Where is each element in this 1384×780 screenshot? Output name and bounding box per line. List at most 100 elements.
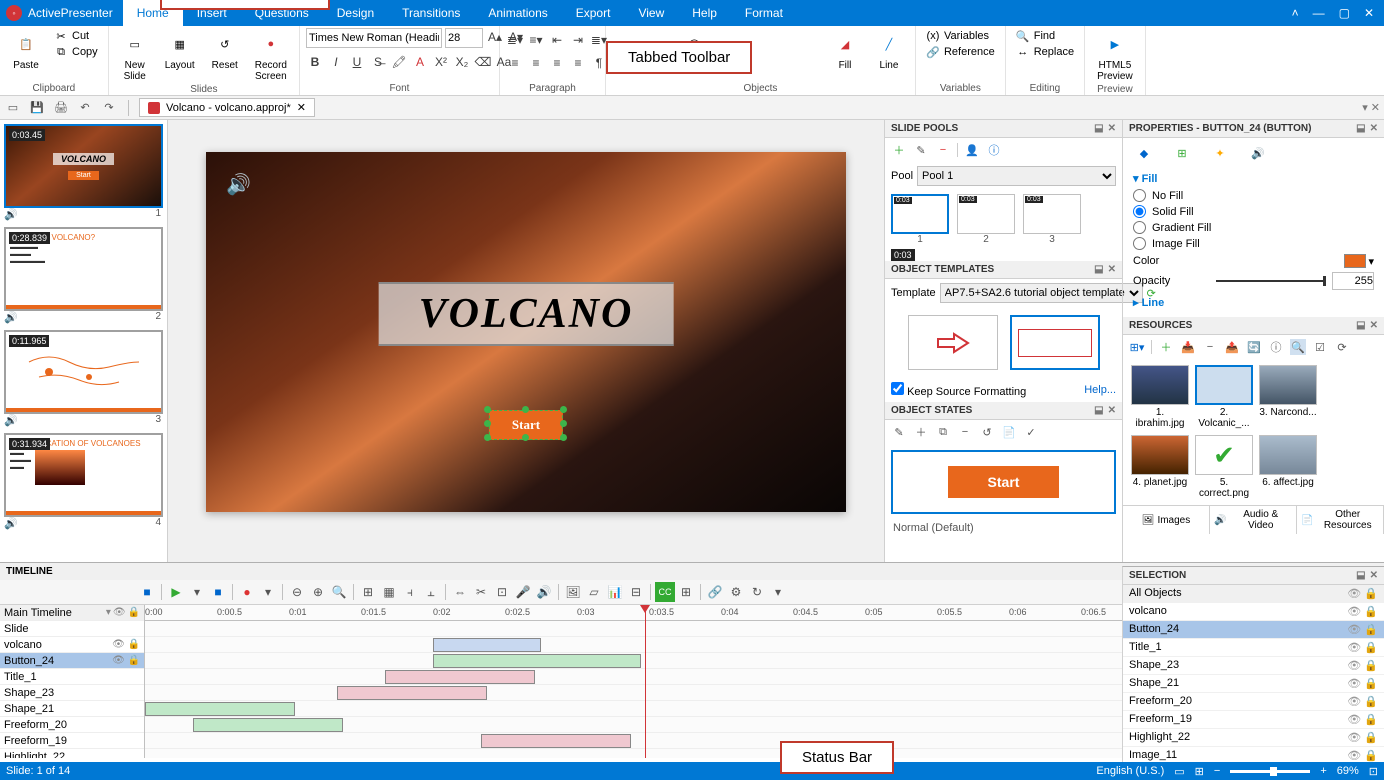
remove-icon[interactable]: − bbox=[935, 142, 951, 158]
tab-transitions[interactable]: Transitions bbox=[388, 0, 474, 26]
indent-dec-icon[interactable]: ⇤ bbox=[548, 31, 566, 49]
info-icon[interactable]: ⓘ bbox=[986, 142, 1002, 158]
slide-thumb-2[interactable]: WHAT IS A VOLCANO?▬▬▬▬▬▬▬▬▬▬▬▬0:28.839 🔊… bbox=[4, 227, 163, 324]
prop-tab-audio[interactable]: 🔊 bbox=[1247, 142, 1269, 164]
minimize-ribbon-icon[interactable]: ˄ bbox=[1292, 6, 1299, 20]
opacity-slider[interactable] bbox=[1216, 280, 1326, 282]
prop-tab-style[interactable]: ◆ bbox=[1133, 142, 1155, 164]
slide-canvas[interactable]: 🔊 VOLCANO Start bbox=[206, 152, 846, 512]
sel-row[interactable]: Highlight_22👁 🔒 bbox=[1123, 729, 1384, 747]
html5-preview-button[interactable]: ▶HTML5 Preview bbox=[1091, 28, 1139, 84]
cc-icon[interactable]: CC bbox=[655, 582, 675, 602]
pin-icon[interactable]: ⬓ bbox=[1094, 123, 1103, 134]
sel-row[interactable]: volcano👁 🔒 bbox=[1123, 603, 1384, 621]
sel-row[interactable]: Freeform_20👁 🔒 bbox=[1123, 693, 1384, 711]
state-preview[interactable]: Start bbox=[891, 450, 1116, 514]
copy-button[interactable]: ⧉Copy bbox=[50, 44, 102, 60]
resource-item[interactable]: 6. affect.jpg bbox=[1259, 435, 1317, 499]
close-icon[interactable]: ✕ bbox=[1364, 6, 1374, 20]
link-icon[interactable]: 🔗 bbox=[705, 582, 725, 602]
prop-tab-size[interactable]: ⊞ bbox=[1171, 142, 1193, 164]
align-icon[interactable]: ⫞ bbox=[400, 582, 420, 602]
replace-button[interactable]: ↔Replace bbox=[1012, 44, 1078, 60]
sel-row[interactable]: Title_1👁 🔒 bbox=[1123, 639, 1384, 657]
info-res-icon[interactable]: ⓘ bbox=[1268, 339, 1284, 355]
eye-icon[interactable]: 👁 bbox=[113, 607, 126, 618]
resource-item[interactable]: ✔5. correct.png bbox=[1195, 435, 1253, 499]
zoom-fit-icon[interactable]: ⊡ bbox=[1369, 765, 1378, 778]
fill-section-header[interactable]: ▾ Fill bbox=[1133, 172, 1374, 185]
fill-button[interactable]: ◢Fill bbox=[825, 28, 865, 73]
mic-icon[interactable]: 🎤 bbox=[513, 582, 533, 602]
zoom-in-icon[interactable]: + bbox=[1320, 765, 1326, 777]
indent-inc-icon[interactable]: ⇥ bbox=[569, 31, 587, 49]
new-doc-icon[interactable]: ▭ bbox=[4, 99, 22, 117]
res-tab-av[interactable]: 🔊Audio & Video bbox=[1210, 506, 1297, 534]
rec-audio-icon[interactable]: ● bbox=[237, 582, 257, 602]
close-icon[interactable]: ✕ bbox=[1108, 123, 1116, 134]
record-icon[interactable]: ■ bbox=[208, 582, 228, 602]
reset-button[interactable]: ↺Reset bbox=[205, 28, 245, 73]
line-section-header[interactable]: ▸ Line bbox=[1133, 296, 1374, 309]
italic-icon[interactable]: I bbox=[327, 53, 345, 71]
opacity-input[interactable] bbox=[1332, 272, 1374, 290]
tab-export[interactable]: Export bbox=[562, 0, 625, 26]
prop-tab-fx[interactable]: ✦ bbox=[1209, 142, 1231, 164]
template-rect[interactable] bbox=[1010, 315, 1100, 370]
pool-thumb-2[interactable]: 0:03 bbox=[957, 194, 1015, 234]
maximize-icon[interactable]: ▢ bbox=[1339, 6, 1350, 20]
bold-icon[interactable]: B bbox=[306, 53, 324, 71]
font-size-select[interactable] bbox=[445, 28, 483, 48]
sound-icon[interactable]: 🔊 bbox=[226, 172, 251, 197]
gradient-fill-radio[interactable]: Gradient Fill bbox=[1133, 221, 1374, 234]
image-fill-radio[interactable]: Image Fill bbox=[1133, 237, 1374, 250]
pool-select[interactable]: Pool 1 bbox=[917, 166, 1116, 186]
sel-row[interactable]: Shape_23👁 🔒 bbox=[1123, 657, 1384, 675]
zoom-fit-icon[interactable]: 🔍 bbox=[329, 582, 349, 602]
add-res-icon[interactable]: ＋ bbox=[1158, 339, 1174, 355]
cut-button[interactable]: ✂Cut bbox=[50, 28, 102, 44]
zoom-in-icon[interactable]: ⊕ bbox=[308, 582, 328, 602]
template-arrow[interactable] bbox=[908, 315, 998, 370]
subscript-icon[interactable]: X₂ bbox=[453, 53, 471, 71]
minimize-icon[interactable]: — bbox=[1313, 6, 1325, 20]
slide-thumb-4[interactable]: CLASSIFICATION OF VOLCANOES▬▬▬▬▬▬▬0:31.9… bbox=[4, 433, 163, 530]
trim-icon[interactable]: ✂ bbox=[471, 582, 491, 602]
no-fill-radio[interactable]: No Fill bbox=[1133, 189, 1374, 202]
sel-row[interactable]: Button_24👁 🔒 bbox=[1123, 621, 1384, 639]
highlight-icon[interactable]: 🖍 bbox=[390, 53, 408, 71]
import-icon[interactable]: 📥 bbox=[1180, 339, 1196, 355]
sel-all-objects[interactable]: All Objects👁 🔒 bbox=[1123, 585, 1384, 603]
language-button[interactable]: English (U.S.) bbox=[1096, 765, 1164, 777]
redo-icon[interactable]: ↷ bbox=[100, 99, 118, 117]
tl-row-button24[interactable]: Button_24👁 🔒 bbox=[0, 653, 144, 669]
tl-row-freeform19[interactable]: Freeform_19 bbox=[0, 733, 144, 749]
dd-icon[interactable]: ▾ bbox=[106, 607, 111, 618]
add-icon[interactable]: ＋ bbox=[891, 142, 907, 158]
strike-icon[interactable]: S̶ bbox=[369, 53, 387, 71]
slide-thumb-3[interactable]: 0:11.965 🔊3 bbox=[4, 330, 163, 427]
sel-row[interactable]: Shape_21👁 🔒 bbox=[1123, 675, 1384, 693]
undo-icon[interactable]: ↶ bbox=[76, 99, 94, 117]
resource-item[interactable]: 2. Volcanic_... bbox=[1195, 365, 1253, 429]
pool-thumb-3[interactable]: 0:03 bbox=[1023, 194, 1081, 234]
tl-row-shape23[interactable]: Shape_23 bbox=[0, 685, 144, 701]
zoom-out-icon[interactable]: ⊖ bbox=[287, 582, 307, 602]
tl-row-highlight22[interactable]: Highlight_22 bbox=[0, 749, 144, 758]
check-icon[interactable]: ✓ bbox=[1023, 424, 1039, 440]
justify-icon[interactable]: ≡ bbox=[569, 54, 587, 72]
reset-state-icon[interactable]: ↺ bbox=[979, 424, 995, 440]
more2-icon[interactable]: ⊞ bbox=[676, 582, 696, 602]
grid-view-icon[interactable]: ⊞▾ bbox=[1129, 339, 1145, 355]
font-family-select[interactable] bbox=[306, 28, 442, 48]
reference-button[interactable]: 🔗Reference bbox=[922, 44, 999, 60]
tl-row-slide[interactable]: Slide bbox=[0, 621, 144, 637]
slide-title[interactable]: VOLCANO bbox=[379, 282, 674, 346]
line-button[interactable]: ╱Line bbox=[869, 28, 909, 73]
res-tab-images[interactable]: 🖼Images bbox=[1123, 506, 1210, 534]
resource-item[interactable]: 3. Narcond... bbox=[1259, 365, 1317, 429]
split-icon[interactable]: ⇔ bbox=[450, 582, 470, 602]
grid-icon[interactable]: ▦ bbox=[379, 582, 399, 602]
sel-row[interactable]: Freeform_19👁 🔒 bbox=[1123, 711, 1384, 729]
clear-format-icon[interactable]: ⌫ bbox=[474, 53, 492, 71]
